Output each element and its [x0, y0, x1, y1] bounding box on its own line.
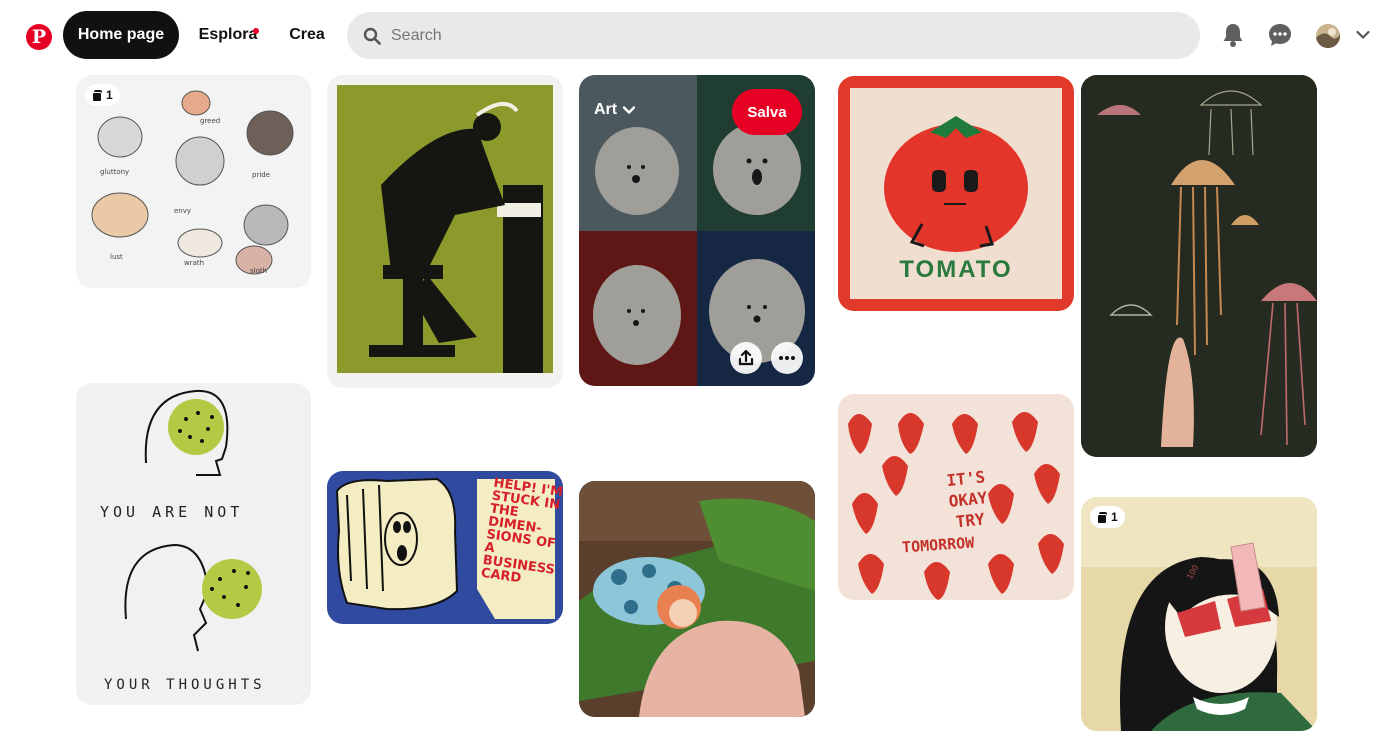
thought-text-line1: YOU ARE NOT: [100, 503, 244, 521]
share-icon[interactable]: [730, 342, 762, 374]
girl-illustration: [1081, 497, 1317, 731]
pin-pianist-poster[interactable]: [327, 75, 563, 388]
chat-icon[interactable]: [1265, 20, 1295, 50]
more-icon[interactable]: [771, 342, 803, 374]
search-input[interactable]: [391, 26, 1151, 45]
pin-ponyo-sleeping[interactable]: [579, 481, 815, 717]
nav-explore-label: Esplora: [198, 26, 258, 43]
notification-dot: [253, 28, 259, 34]
help-text: HELP! I'M STUCK IN THE DIMEN-SIONS OF A …: [479, 475, 563, 587]
multiple-pages-icon: [1097, 512, 1107, 524]
avatar[interactable]: [1316, 24, 1340, 48]
thoughts-illustration: [124, 389, 262, 652]
bell-icon[interactable]: [1218, 20, 1248, 50]
chevron-down-icon[interactable]: [1349, 20, 1377, 50]
nav-explore-button[interactable]: Esplora: [183, 11, 273, 59]
pin-seven-sins-cats[interactable]: gluttony greed pride envy lust wrath slo…: [76, 75, 311, 288]
board-selector[interactable]: Art: [594, 101, 636, 119]
search-icon: [363, 27, 381, 45]
cats-illustration: gluttony greed pride envy lust wrath slo…: [91, 90, 294, 275]
tomato-title: TOMATO: [899, 256, 1013, 283]
multiple-pages-icon: [92, 90, 102, 102]
pinterest-logo-icon[interactable]: P: [26, 24, 52, 50]
sin-label: greed: [200, 117, 220, 125]
save-button[interactable]: Salva: [732, 89, 802, 135]
pin-strawberries-its-okay[interactable]: IT'S OKAY TRY TOMORROW: [838, 394, 1074, 600]
ponyo-illustration: [579, 481, 815, 717]
badge-count: 1: [106, 88, 113, 102]
jellyfish-illustration: [1081, 75, 1317, 457]
nav-home-button[interactable]: Home page: [63, 11, 179, 59]
search-bar[interactable]: [347, 12, 1200, 59]
nav-create-button[interactable]: Crea: [278, 11, 336, 59]
pin-jellyfish-plate[interactable]: [1081, 75, 1317, 457]
pin-girl-heart-glasses[interactable]: 1 100: [1081, 497, 1317, 731]
multi-image-badge: 1: [85, 84, 120, 106]
sin-label: pride: [252, 171, 270, 179]
pin-fluffy-dogs-hovered[interactable]: Art Salva: [579, 75, 815, 386]
chevron-down-icon: [623, 106, 636, 114]
thought-text-line2: YOUR THOUGHTS: [104, 677, 266, 693]
sin-label: sloth: [250, 267, 267, 275]
sin-label: envy: [174, 207, 191, 215]
multi-image-badge: 1: [1090, 506, 1125, 528]
pianist-illustration: [337, 85, 553, 373]
top-nav-bar: P Home page Esplora Crea: [0, 0, 1383, 72]
sin-label: gluttony: [100, 168, 129, 176]
pin-you-are-not-your-thoughts[interactable]: YOU ARE NOT YOUR THOUGHTS: [76, 383, 311, 705]
badge-count: 1: [1111, 510, 1118, 524]
pin-help-business-card[interactable]: HELP! I'M STUCK IN THE DIMEN-SIONS OF A …: [327, 471, 563, 624]
encouragement-text: IT'S OKAY TRY: [919, 463, 1017, 535]
pin-tomato-stamp[interactable]: TOMATO: [838, 76, 1074, 311]
sin-label: wrath: [184, 259, 204, 267]
board-name: Art: [594, 101, 618, 118]
sin-label: lust: [110, 253, 123, 261]
